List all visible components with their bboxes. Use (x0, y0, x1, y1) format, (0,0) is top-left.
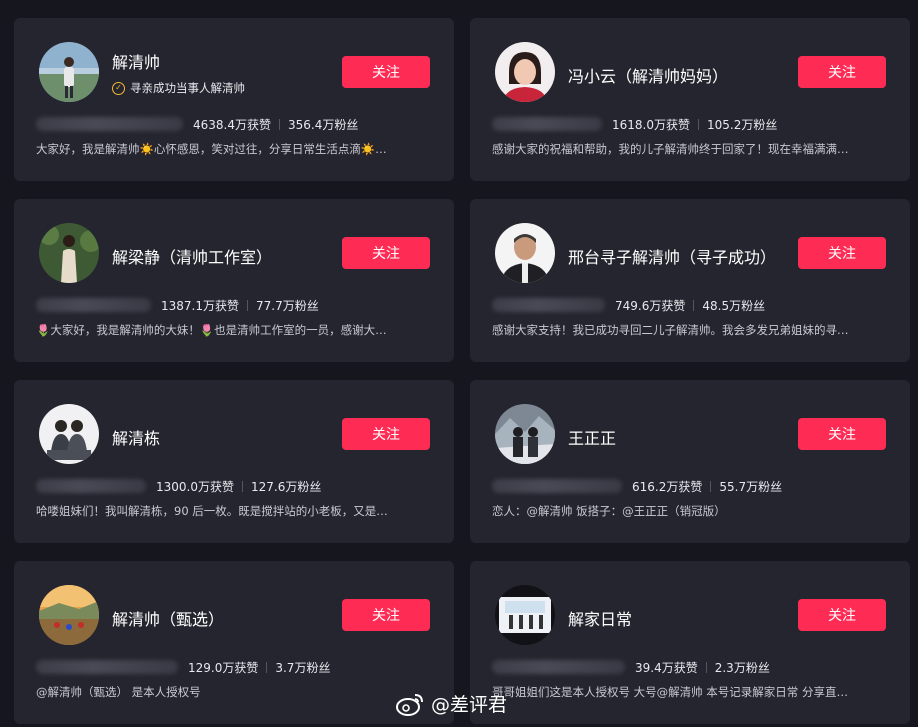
likes-count: 39.4万获赞 (635, 660, 698, 675)
likes-count: 1618.0万获赞 (612, 117, 690, 132)
avatar[interactable] (39, 223, 99, 283)
fans-count: 356.4万粉丝 (288, 117, 359, 132)
account-card[interactable]: 解梁静（清帅工作室） 关注 1387.1万获赞 77.7万粉丝 🌷大家好，我是解… (14, 199, 454, 362)
divider (242, 480, 243, 492)
likes-count: 1387.1万获赞 (161, 298, 239, 313)
account-description: 哥哥姐姐们这是本人授权号 大号@解清帅 本号记录解家日常 分享直… (492, 685, 848, 699)
avatar[interactable] (39, 404, 99, 464)
verified-text: 寻亲成功当事人解清帅 (130, 81, 245, 95)
account-stats: 39.4万获赞 2.3万粉丝 (492, 658, 770, 676)
fans-count: 2.3万粉丝 (714, 660, 770, 675)
follow-button[interactable]: 关注 (342, 418, 430, 450)
fans-count: 48.5万粉丝 (702, 298, 766, 313)
likes-count: 1300.0万获赞 (156, 479, 234, 494)
blurred-account-id (36, 479, 146, 493)
divider (698, 118, 699, 130)
likes-count: 129.0万获赞 (188, 660, 259, 675)
account-grid: 解清帅 ✓ 寻亲成功当事人解清帅 关注 4638.4万获赞 356.4万粉丝 大… (14, 18, 910, 724)
blurred-account-id (492, 479, 622, 493)
fans-count: 55.7万粉丝 (719, 479, 783, 494)
account-stats: 749.6万获赞 48.5万粉丝 (492, 296, 765, 314)
avatar[interactable] (39, 42, 99, 102)
weibo-icon (396, 693, 423, 716)
divider (247, 299, 248, 311)
account-description: @解清帅（甄选） 是本人授权号 (36, 685, 201, 699)
divider (266, 661, 268, 673)
account-stats: 129.0万获赞 3.7万粉丝 (36, 658, 330, 676)
account-description: 感谢大家支持！我已成功寻回二儿子解清帅。我会多发兄弟姐妹的寻… (492, 323, 849, 337)
account-description: 感谢大家的祝福和帮助，我的儿子解清帅终于回家了！现在幸福满满… (492, 142, 849, 156)
fans-count: 105.2万粉丝 (707, 117, 778, 132)
account-stats: 1618.0万获赞 105.2万粉丝 (492, 115, 777, 133)
likes-count: 749.6万获赞 (615, 298, 686, 313)
account-name[interactable]: 解家日常 (568, 606, 632, 630)
likes-count: 4638.4万获赞 (193, 117, 271, 132)
account-card[interactable]: 王正正 关注 616.2万获赞 55.7万粉丝 恋人：@解清帅 饭搭子：@王正正… (470, 380, 910, 543)
account-name[interactable]: 解清帅（甄选） (112, 606, 224, 630)
likes-count: 616.2万获赞 (632, 479, 703, 494)
account-description: 哈喽姐妹们！我叫解清栋，90 后一枚。既是搅拌站的小老板，又是… (36, 504, 388, 518)
verified-badge: ✓ 寻亲成功当事人解清帅 (112, 80, 245, 96)
blurred-account-id (492, 117, 602, 131)
follow-button[interactable]: 关注 (798, 418, 886, 450)
avatar[interactable] (39, 585, 99, 645)
watermark-text: @差评君 (431, 694, 508, 716)
follow-button[interactable]: 关注 (342, 56, 430, 88)
account-name[interactable]: 解梁静（清帅工作室） (112, 244, 272, 268)
fans-count: 77.7万粉丝 (256, 298, 319, 313)
follow-button[interactable]: 关注 (798, 237, 886, 269)
watermark: @差评君 (395, 690, 507, 717)
account-stats: 4638.4万获赞 356.4万粉丝 (36, 115, 358, 133)
follow-button[interactable]: 关注 (342, 599, 430, 631)
account-card[interactable]: 解清栋 关注 1300.0万获赞 127.6万粉丝 哈喽姐妹们！我叫解清栋，90… (14, 380, 454, 543)
account-stats: 1387.1万获赞 77.7万粉丝 (36, 296, 319, 314)
account-description: 恋人：@解清帅 饭搭子：@王正正（销冠版） (492, 504, 726, 518)
account-description: 🌷大家好，我是解清帅的大妹！🌷也是清帅工作室的一员，感谢大… (36, 323, 387, 337)
avatar[interactable] (495, 42, 555, 102)
account-stats: 1300.0万获赞 127.6万粉丝 (36, 477, 321, 495)
account-card[interactable]: 冯小云（解清帅妈妈） 关注 1618.0万获赞 105.2万粉丝 感谢大家的祝福… (470, 18, 910, 181)
account-stats: 616.2万获赞 55.7万粉丝 (492, 477, 782, 495)
account-name[interactable]: 解清栋 (112, 425, 160, 449)
account-name[interactable]: 王正正 (568, 425, 616, 449)
blurred-account-id (492, 298, 605, 312)
account-name[interactable]: 冯小云（解清帅妈妈） (568, 63, 728, 87)
avatar[interactable] (495, 223, 555, 283)
account-name[interactable]: 邢台寻子解清帅（寻子成功） (568, 244, 776, 268)
divider (693, 299, 695, 311)
follow-button[interactable]: 关注 (798, 599, 886, 631)
blurred-account-id (492, 660, 625, 674)
fans-count: 3.7万粉丝 (275, 660, 331, 675)
blurred-account-id (36, 117, 183, 131)
account-name[interactable]: 解清帅 (112, 49, 160, 73)
account-card[interactable]: 解清帅 ✓ 寻亲成功当事人解清帅 关注 4638.4万获赞 356.4万粉丝 大… (14, 18, 454, 181)
account-description: 大家好，我是解清帅☀️心怀感恩，笑对过往，分享日常生活点滴☀️… (36, 142, 387, 156)
account-card[interactable]: 邢台寻子解清帅（寻子成功） 关注 749.6万获赞 48.5万粉丝 感谢大家支持… (470, 199, 910, 362)
blurred-account-id (36, 298, 151, 312)
follow-button[interactable]: 关注 (342, 237, 430, 269)
avatar[interactable] (495, 404, 555, 464)
divider (279, 118, 280, 130)
account-card[interactable]: 解家日常 关注 39.4万获赞 2.3万粉丝 哥哥姐姐们这是本人授权号 大号@解… (470, 561, 910, 724)
account-card[interactable]: 解清帅（甄选） 关注 129.0万获赞 3.7万粉丝 @解清帅（甄选） 是本人授… (14, 561, 454, 724)
divider (710, 480, 712, 492)
avatar[interactable] (495, 585, 555, 645)
verified-icon: ✓ (112, 81, 125, 95)
follow-button[interactable]: 关注 (798, 56, 886, 88)
fans-count: 127.6万粉丝 (251, 479, 322, 494)
divider (705, 661, 707, 673)
blurred-account-id (36, 660, 178, 674)
